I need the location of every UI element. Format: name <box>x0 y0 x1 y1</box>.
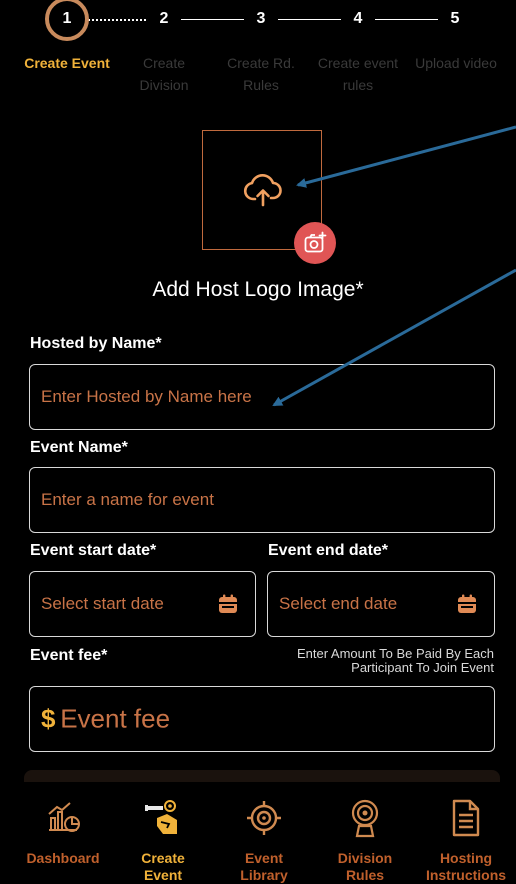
nav-division-rules[interactable]: Division Rules <box>315 782 415 884</box>
step-connector-1-2 <box>88 19 146 21</box>
nav-event-library-label-line1: Event <box>244 850 284 866</box>
event-name-placeholder: Enter a name for event <box>41 490 214 509</box>
event-name-label: Event Name* <box>30 439 128 456</box>
nav-event-library-label-line2: Library <box>240 867 288 883</box>
nav-create-event-label-line2: Event <box>143 867 183 883</box>
event-fee-label: Event fee* <box>30 647 108 664</box>
calendar-icon <box>219 594 237 613</box>
nav-event-library[interactable]: Event Library <box>214 782 314 884</box>
nav-create-event-label: Create Event <box>113 850 213 884</box>
nav-dashboard-label-line1: Dashboard <box>26 850 100 866</box>
hosted-by-label: Hosted by Name* <box>30 335 162 352</box>
step-4-circle[interactable]: 4 <box>341 2 375 36</box>
event-fee-placeholder-group: $ Event fee <box>41 704 170 735</box>
scroll-card-edge <box>24 770 500 782</box>
create-event-icon <box>145 800 177 834</box>
end-date-label: Event end date* <box>268 542 389 559</box>
hosted-by-input[interactable]: Enter Hosted by Name here <box>29 364 495 430</box>
nav-hosting-instructions-label-line2: Instructions <box>425 867 507 883</box>
bottom-navigation: Dashboard Create Event Event Library Div… <box>0 782 516 884</box>
cloud-upload-icon <box>243 174 282 207</box>
event-fee-note: Enter Amount To Be Paid By Each Particip… <box>254 647 494 675</box>
step-2-label: Create Division <box>139 55 189 93</box>
step-3-label: Create Rd. Rules <box>227 55 295 93</box>
division-rules-icon <box>351 799 379 838</box>
calendar-icon <box>458 594 476 613</box>
target-icon <box>247 801 281 835</box>
hosted-by-placeholder: Enter Hosted by Name here <box>41 387 252 406</box>
start-date-placeholder: Select start date <box>41 594 164 613</box>
nav-hosting-instructions-label-line1: Hosting <box>439 850 493 866</box>
step-4-label: Create event rules <box>317 55 399 93</box>
step-3-circle[interactable]: 3 <box>244 2 278 36</box>
step-5-label: Upload video <box>415 55 497 71</box>
document-icon <box>452 799 480 837</box>
annotation-arrow-upload <box>296 125 516 188</box>
nav-hosting-instructions-label: Hosting Instructions <box>416 850 516 884</box>
camera-add-icon <box>304 231 327 253</box>
event-fee-note-line1: Enter Amount To Be Paid By Each <box>296 646 494 661</box>
end-date-picker[interactable]: Select end date <box>267 571 495 637</box>
start-date-label: Event start date* <box>30 542 157 559</box>
end-date-placeholder: Select end date <box>279 594 398 613</box>
nav-division-rules-label: Division Rules <box>315 850 415 884</box>
step-connector-2-3 <box>181 19 244 20</box>
step-1-label: Create Event <box>24 55 110 71</box>
nav-dashboard[interactable]: Dashboard <box>13 782 113 884</box>
nav-division-rules-label-line1: Division <box>337 850 393 866</box>
step-connector-3-4 <box>278 19 341 20</box>
step-1-circle[interactable]: 1 <box>45 0 89 41</box>
nav-division-rules-label-line2: Rules <box>345 867 385 883</box>
add-host-logo-title: Add Host Logo Image* <box>152 278 364 301</box>
step-5-circle[interactable]: 5 <box>438 2 472 36</box>
add-photo-badge[interactable] <box>294 222 336 264</box>
step-2-circle[interactable]: 2 <box>147 2 181 36</box>
nav-dashboard-label: Dashboard <box>13 850 113 867</box>
nav-event-library-label: Event Library <box>214 850 314 884</box>
event-name-input[interactable]: Enter a name for event <box>29 467 495 533</box>
event-fee-note-line2: Participant To Join Event <box>351 660 494 675</box>
event-fee-placeholder: Event fee <box>60 703 171 734</box>
event-fee-input[interactable]: $ Event fee <box>29 686 495 752</box>
nav-create-event[interactable]: Create Event <box>113 782 213 884</box>
progress-stepper: 1 2 3 4 5 Create Event Create Division C… <box>0 0 516 100</box>
step-connector-4-5 <box>375 19 438 20</box>
currency-symbol: $ <box>41 703 56 734</box>
start-date-picker[interactable]: Select start date <box>29 571 256 637</box>
dashboard-icon <box>48 802 80 832</box>
nav-create-event-label-line1: Create <box>141 850 185 866</box>
nav-hosting-instructions[interactable]: Hosting Instructions <box>416 782 516 884</box>
